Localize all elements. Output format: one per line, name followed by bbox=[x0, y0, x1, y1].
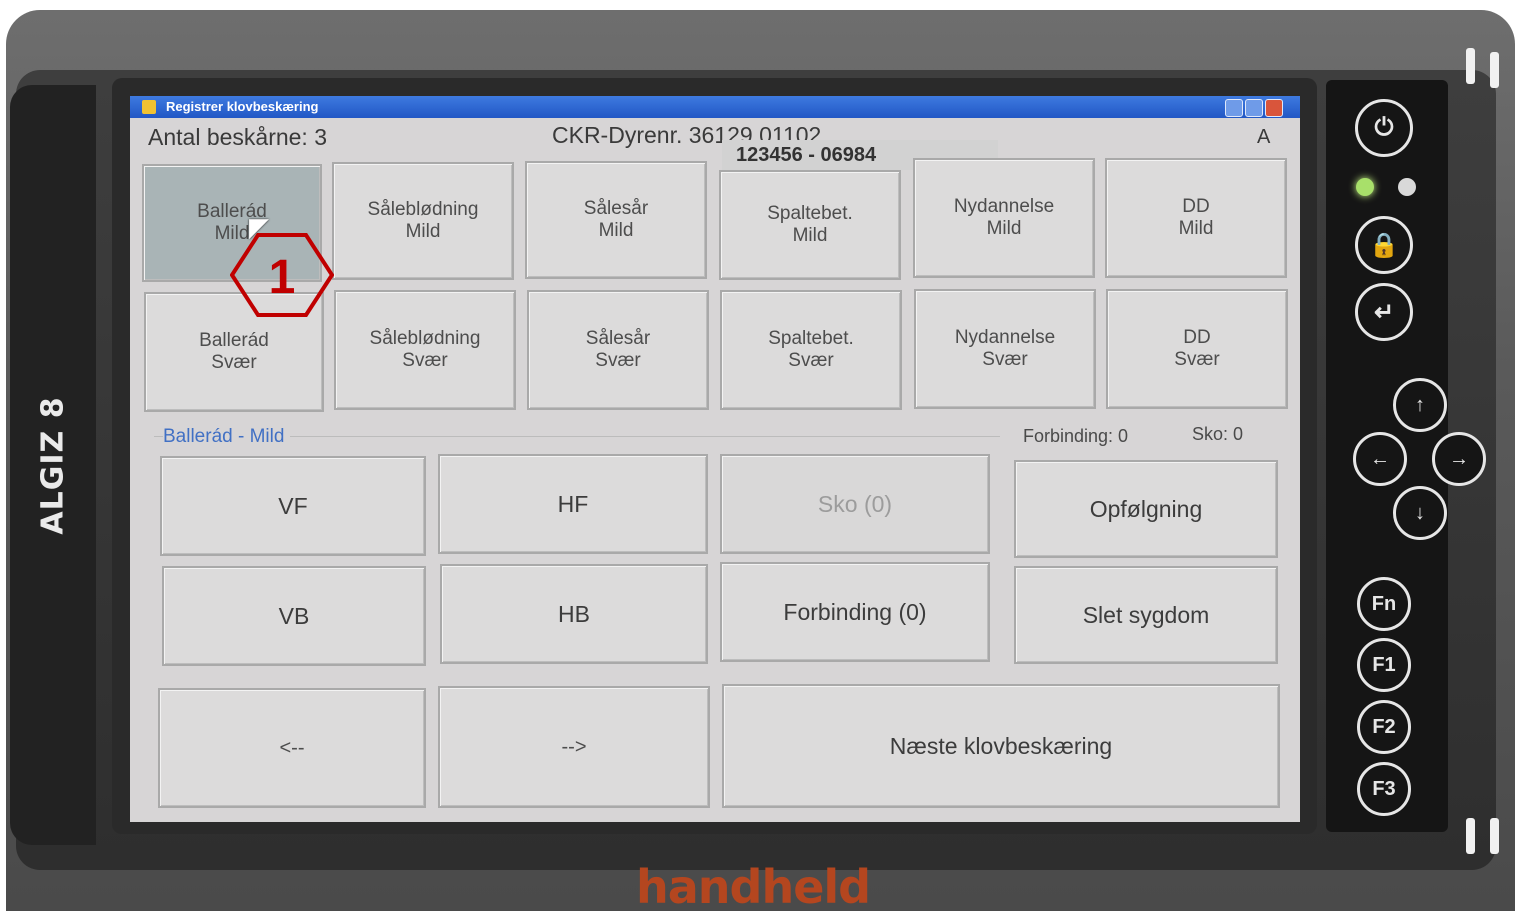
next-trim-button[interactable]: Næste klovbeskæring bbox=[722, 684, 1280, 808]
disease-severity: Svær bbox=[402, 350, 448, 371]
device-notch bbox=[1490, 52, 1499, 88]
fn-key-label: Fn bbox=[1371, 592, 1397, 615]
arrow-down-icon[interactable]: ↓ bbox=[1393, 486, 1447, 540]
next-trim-label: Næste klovbeskæring bbox=[889, 733, 1113, 759]
hoof-hb-button[interactable]: HB bbox=[440, 564, 708, 664]
opfolgning-button[interactable]: Opfølgning bbox=[1014, 460, 1278, 558]
disease-button-salesar-mild[interactable]: Sålesår Mild bbox=[525, 161, 707, 279]
window-titlebar: Registrer klovbeskæring bbox=[130, 96, 1300, 118]
minimize-button[interactable] bbox=[1225, 99, 1243, 117]
device-side-brand: ALGIZ 8 bbox=[28, 396, 78, 534]
disease-button-nydannelse-svaer[interactable]: Nydannelse Svær bbox=[914, 289, 1096, 409]
opfolgning-label: Opfølgning bbox=[1089, 496, 1203, 522]
lock-icon[interactable]: 🔒 bbox=[1355, 216, 1413, 274]
pointer-cursor-icon: ◤ bbox=[249, 212, 269, 242]
hoof-hf-label: HF bbox=[557, 491, 589, 517]
status-led-off bbox=[1398, 178, 1416, 196]
enter-icon[interactable]: ↵ bbox=[1355, 283, 1413, 341]
close-button[interactable] bbox=[1265, 99, 1283, 117]
disease-name: Spaltebet. bbox=[767, 203, 853, 224]
disease-name: Sålеblødning bbox=[367, 199, 479, 220]
device-notch bbox=[1466, 48, 1475, 84]
hoof-vf-button[interactable]: VF bbox=[160, 456, 426, 556]
device-brand-logo: handheld bbox=[636, 860, 871, 914]
slet-sygdom-label: Slet sygdom bbox=[1082, 602, 1210, 628]
hoof-hb-label: HB bbox=[558, 601, 590, 627]
sko-label: Sko (0) bbox=[817, 491, 893, 517]
hoof-vf-label: VF bbox=[278, 493, 308, 519]
trimmed-count: Antal beskårne: 3 bbox=[148, 124, 328, 150]
f2-key[interactable]: F2 bbox=[1357, 700, 1411, 754]
disease-severity: Svær bbox=[982, 349, 1028, 370]
slet-sygdom-button[interactable]: Slet sygdom bbox=[1014, 566, 1278, 664]
disease-button-dd-mild[interactable]: DD Mild bbox=[1105, 158, 1287, 278]
device-notch bbox=[1466, 818, 1475, 854]
mode-indicator: A bbox=[1257, 126, 1271, 148]
disease-severity: Mild bbox=[598, 220, 634, 241]
next-label: --> bbox=[561, 736, 587, 758]
status-led-green bbox=[1356, 178, 1374, 196]
sko-button[interactable]: Sko (0) bbox=[720, 454, 990, 554]
disease-name: Ballerád bbox=[199, 330, 269, 351]
hoof-vb-label: VB bbox=[278, 603, 310, 629]
arrow-right-icon[interactable]: → bbox=[1432, 432, 1486, 486]
callout-marker: 1 bbox=[230, 233, 334, 317]
disease-severity: Mild bbox=[405, 221, 441, 242]
forbinding-label: Forbinding (0) bbox=[783, 599, 927, 625]
disease-button-saleblodning-svaer[interactable]: Sålеblødning Svær bbox=[334, 290, 516, 410]
app-icon bbox=[142, 100, 156, 114]
fn-key[interactable]: Fn bbox=[1357, 577, 1411, 631]
window-title: Registrer klovbeskæring bbox=[166, 99, 319, 114]
disease-severity: Svær bbox=[788, 350, 834, 371]
f1-key-label: F1 bbox=[1372, 653, 1396, 676]
disease-severity: Svær bbox=[211, 352, 257, 373]
app-screen: Registrer klovbeskæring Antal beskårne: … bbox=[130, 96, 1300, 822]
power-icon[interactable]: ⏻ bbox=[1355, 99, 1413, 157]
disease-button-nydannelse-mild[interactable]: Nydannelse Mild bbox=[913, 158, 1095, 278]
disease-button-saleblodning-mild[interactable]: Sålеblødning Mild bbox=[332, 162, 514, 280]
maximize-button[interactable] bbox=[1245, 99, 1263, 117]
callout-number: 1 bbox=[269, 251, 296, 304]
forbinding-count: Forbinding: 0 bbox=[1023, 426, 1129, 446]
disease-severity: Svær bbox=[1174, 349, 1220, 370]
disease-severity: Mild bbox=[792, 225, 828, 246]
disease-severity: Mild bbox=[986, 218, 1022, 239]
disease-name: DD bbox=[1183, 327, 1211, 348]
disease-name: Spaltebet. bbox=[768, 328, 854, 349]
disease-name: DD bbox=[1182, 196, 1210, 217]
disease-severity: Svær bbox=[595, 350, 641, 371]
next-button[interactable]: --> bbox=[438, 686, 710, 808]
selected-disease-label: Ballerád - Mild bbox=[163, 426, 291, 448]
prev-label: <-- bbox=[279, 737, 305, 759]
disease-severity: Mild bbox=[1178, 218, 1214, 239]
hoof-hf-button[interactable]: HF bbox=[438, 454, 708, 554]
f2-key-label: F2 bbox=[1372, 715, 1396, 738]
disease-name: Nydannelse bbox=[954, 327, 1056, 348]
sko-count: Sko: 0 bbox=[1192, 424, 1244, 444]
disease-name: Sålesår bbox=[583, 198, 649, 219]
disease-name: Nydannelse bbox=[953, 196, 1055, 217]
arrow-left-icon[interactable]: ← bbox=[1353, 432, 1407, 486]
f1-key[interactable]: F1 bbox=[1357, 638, 1411, 692]
device-notch bbox=[1490, 818, 1499, 854]
disease-name: Sålesår bbox=[585, 328, 651, 349]
disease-button-dd-svaer[interactable]: DD Svær bbox=[1106, 289, 1288, 409]
disease-name: Sålеblødning bbox=[369, 328, 481, 349]
disease-button-spaltebet-mild[interactable]: Spaltebet. Mild bbox=[719, 170, 901, 280]
device-side-brand-text: ALGIZ 8 bbox=[35, 395, 71, 535]
prev-button[interactable]: <-- bbox=[158, 688, 426, 808]
hoof-vb-button[interactable]: VB bbox=[162, 566, 426, 666]
forbinding-button[interactable]: Forbinding (0) bbox=[720, 562, 990, 662]
disease-button-spaltebet-svaer[interactable]: Spaltebet. Svær bbox=[720, 290, 902, 410]
f3-key[interactable]: F3 bbox=[1357, 762, 1411, 816]
arrow-up-icon[interactable]: ↑ bbox=[1393, 378, 1447, 432]
disease-button-salesar-svaer[interactable]: Sålesår Svær bbox=[527, 290, 709, 410]
f3-key-label: F3 bbox=[1372, 777, 1396, 800]
